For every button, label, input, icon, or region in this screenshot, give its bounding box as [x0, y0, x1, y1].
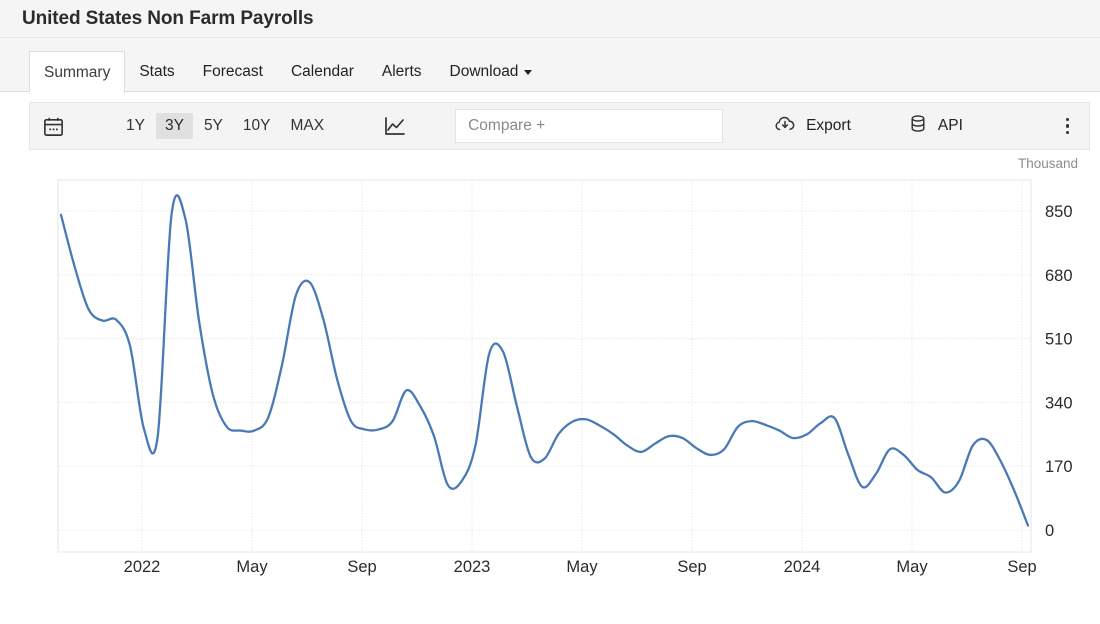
chart-toolbar-wrapper: 1Y 3Y 5Y 10Y MAX Export: [0, 92, 1100, 150]
range-button-3y[interactable]: 3Y: [156, 113, 193, 139]
api-label: API: [938, 117, 963, 135]
svg-text:May: May: [896, 558, 928, 576]
range-button-10y[interactable]: 10Y: [234, 113, 280, 139]
tab-bar: Summary Stats Forecast Calendar Alerts D…: [0, 38, 1100, 92]
svg-text:May: May: [566, 558, 598, 576]
tab-forecast-label: Forecast: [203, 63, 263, 80]
tab-summary[interactable]: Summary: [29, 51, 125, 93]
svg-text:510: 510: [1045, 331, 1073, 349]
svg-text:2022: 2022: [124, 558, 161, 576]
export-button[interactable]: Export: [773, 112, 851, 141]
tab-forecast[interactable]: Forecast: [189, 51, 277, 92]
chart-unit-label: Thousand: [1018, 156, 1078, 171]
svg-text:680: 680: [1045, 267, 1073, 285]
tab-alerts-label: Alerts: [382, 63, 422, 80]
page-header: United States Non Farm Payrolls: [0, 0, 1100, 38]
chevron-down-icon: [524, 70, 532, 75]
svg-text:170: 170: [1045, 458, 1073, 476]
svg-text:Sep: Sep: [1007, 558, 1036, 576]
svg-text:2023: 2023: [454, 558, 491, 576]
range-button-5y[interactable]: 5Y: [195, 113, 232, 139]
line-chart-icon[interactable]: [383, 114, 407, 138]
svg-text:850: 850: [1045, 203, 1073, 221]
tab-stats-label: Stats: [139, 63, 174, 80]
tab-download[interactable]: Download: [436, 51, 547, 92]
tab-stats[interactable]: Stats: [125, 51, 188, 92]
chart-container: Thousand 0 170 340 510 680 850 2022 May Sep 2023 M…: [0, 150, 1100, 600]
chart-toolbar: 1Y 3Y 5Y 10Y MAX Export: [29, 102, 1090, 150]
range-button-max[interactable]: MAX: [282, 113, 334, 139]
export-label: Export: [806, 117, 851, 135]
tab-calendar-label: Calendar: [291, 63, 354, 80]
range-selector: 1Y 3Y 5Y 10Y MAX: [117, 113, 333, 139]
range-button-1y[interactable]: 1Y: [117, 113, 154, 139]
svg-text:2024: 2024: [784, 558, 821, 576]
compare-input[interactable]: [455, 109, 723, 143]
svg-text:340: 340: [1045, 394, 1073, 412]
tab-download-label: Download: [450, 63, 519, 80]
cloud-download-icon: [773, 112, 797, 141]
svg-text:Sep: Sep: [347, 558, 376, 576]
tab-calendar[interactable]: Calendar: [277, 51, 368, 92]
svg-text:May: May: [236, 558, 268, 576]
database-icon: [907, 113, 929, 140]
tab-summary-label: Summary: [44, 64, 110, 81]
calendar-icon[interactable]: [42, 115, 65, 138]
svg-text:Sep: Sep: [677, 558, 706, 576]
svg-text:0: 0: [1045, 522, 1054, 540]
payrolls-line-chart[interactable]: 0 170 340 510 680 850 2022 May Sep 2023 May Sep 2024…: [0, 150, 1100, 590]
api-button[interactable]: API: [907, 113, 963, 140]
kebab-menu-icon[interactable]: [1060, 114, 1076, 139]
tab-alerts[interactable]: Alerts: [368, 51, 436, 92]
page-title: United States Non Farm Payrolls: [22, 8, 313, 30]
